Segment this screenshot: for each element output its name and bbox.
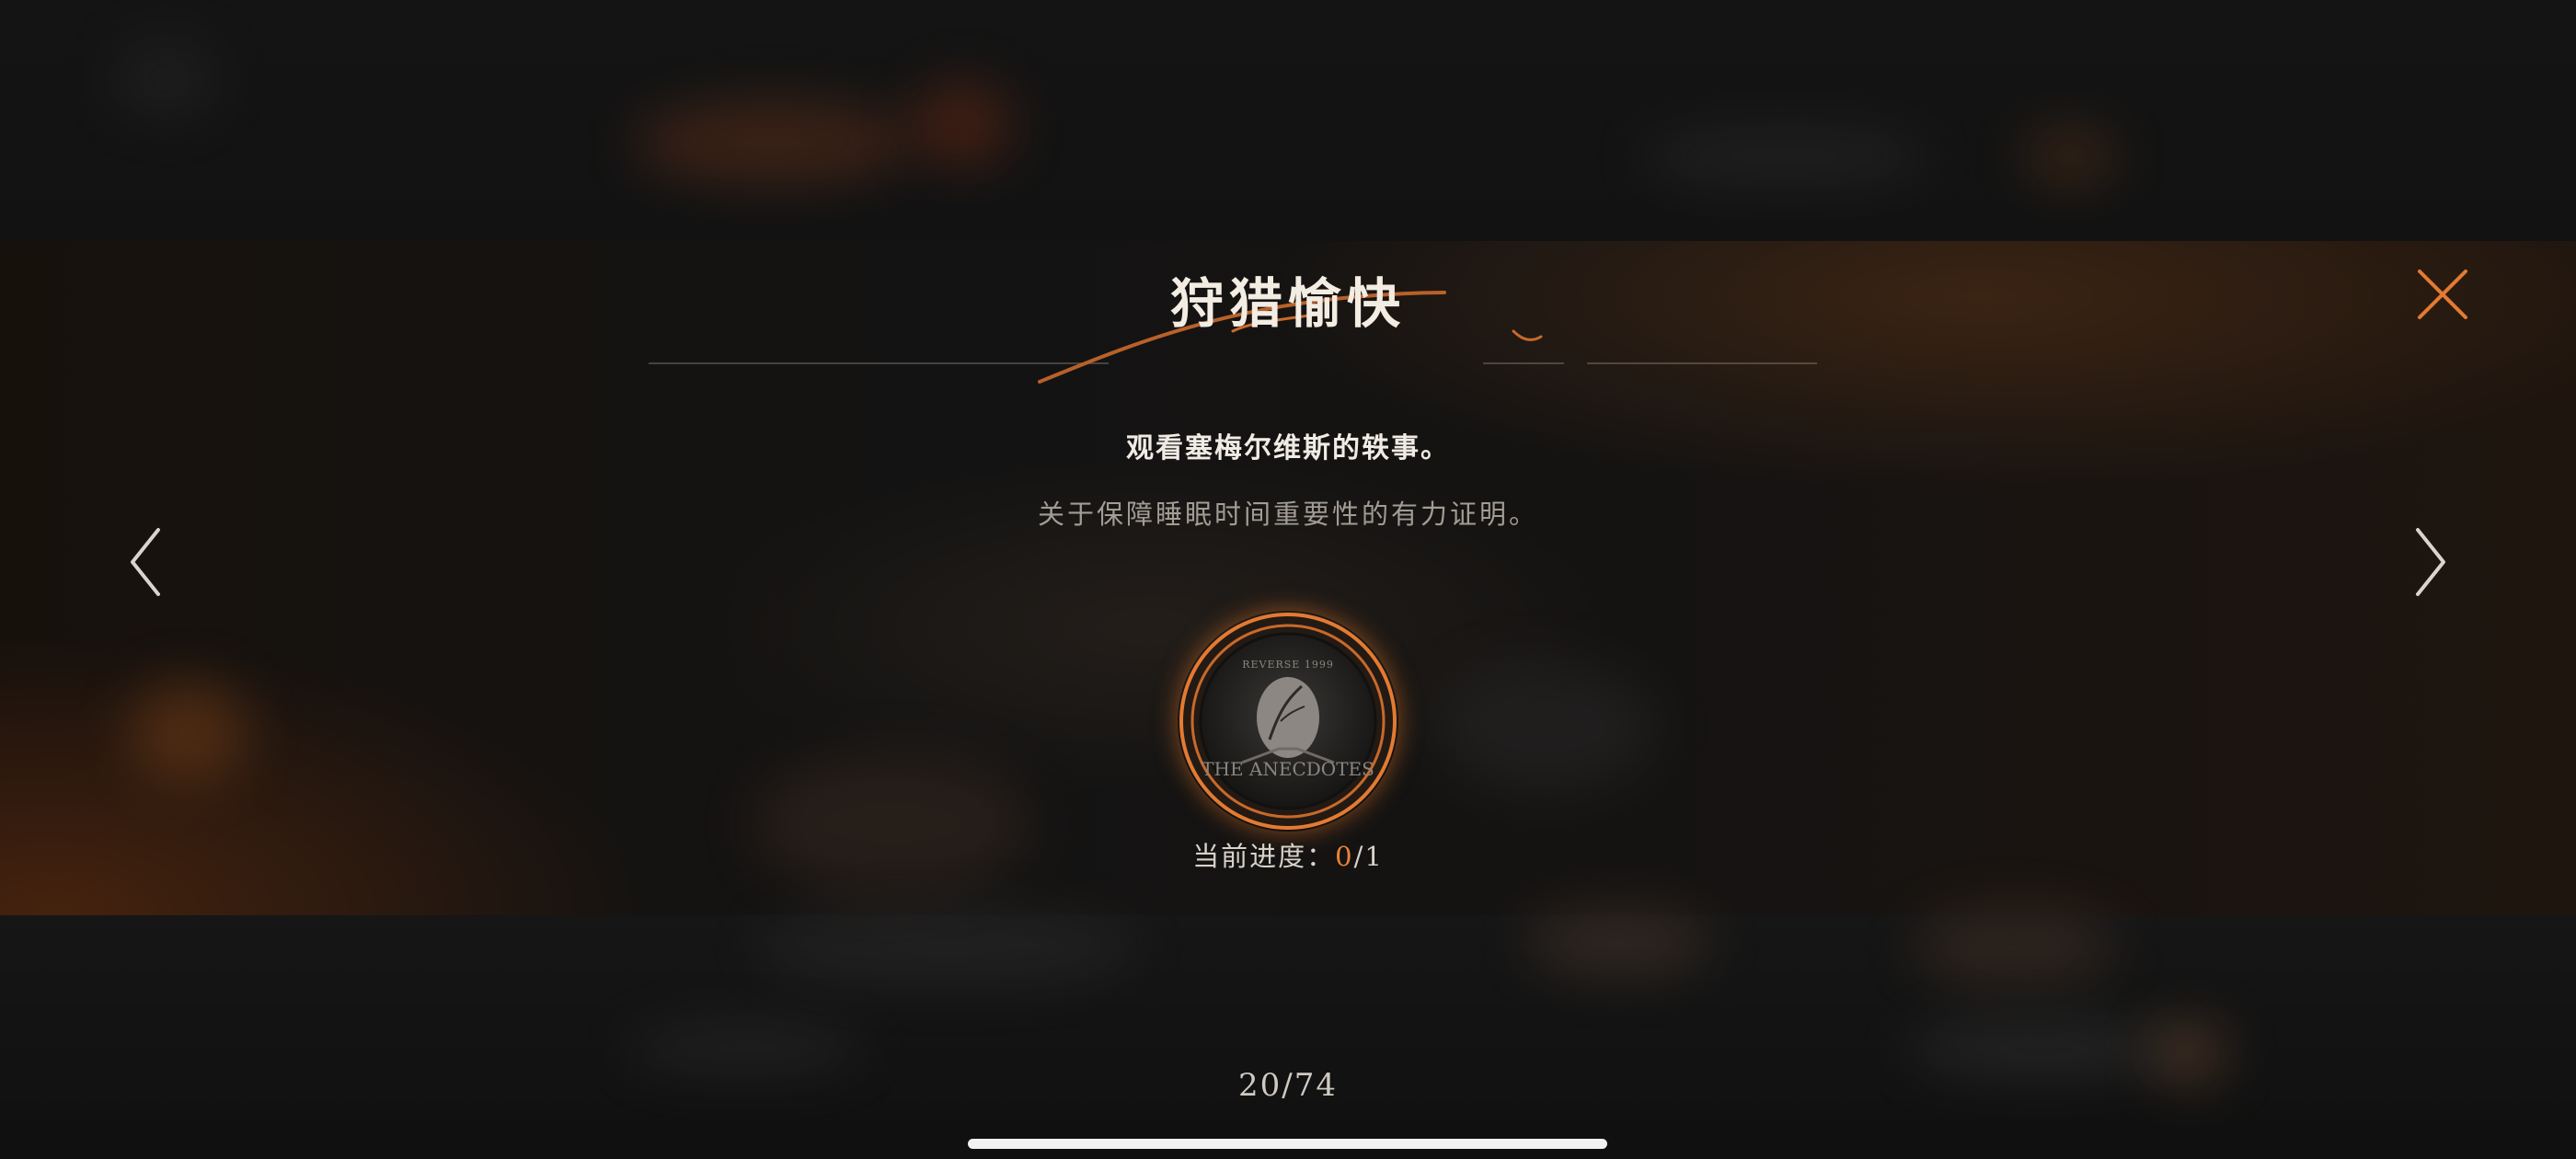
progress-total: 1 (1364, 841, 1384, 872)
close-icon (2418, 270, 2467, 319)
achievement-description: 观看塞梅尔维斯的轶事。 (1126, 432, 1450, 465)
chevron-left-icon (131, 528, 160, 596)
progress-label: 当前进度： (1192, 841, 1336, 872)
close-button[interactable] (2410, 262, 2475, 327)
badge-top-text: REVERSE 1999 (1242, 659, 1334, 671)
achievement-badge: REVERSE 1999 THE ANECDOTES (1178, 611, 1398, 832)
home-indicator-bar[interactable] (968, 1139, 1607, 1149)
page-counter: 20/74 (1238, 1067, 1338, 1104)
next-achievement-button[interactable] (2401, 521, 2456, 603)
progress-current: 0 (1335, 841, 1354, 872)
previous-achievement-button[interactable] (120, 521, 175, 603)
achievement-title: 狩猎愉快 (1169, 272, 1406, 335)
progress-readout: 当前进度：0/1 (1104, 835, 1472, 874)
badge-medallion-icon (1179, 613, 1397, 830)
dim-overlay (0, 0, 2576, 1159)
achievement-flavor-text: 关于保障睡眠时间重要性的有力证明。 (1037, 499, 1538, 530)
badge-bottom-text: THE ANECDOTES (1202, 758, 1374, 780)
title-divider (1587, 362, 1817, 364)
achievement-detail-screen: 狩猎愉快 观看塞梅尔维斯的轶事。 关于保障睡眠时间重要性的有力证明。 REVER… (0, 0, 2576, 1159)
progress-separator: / (1353, 841, 1365, 872)
chevron-right-icon (2416, 528, 2445, 596)
